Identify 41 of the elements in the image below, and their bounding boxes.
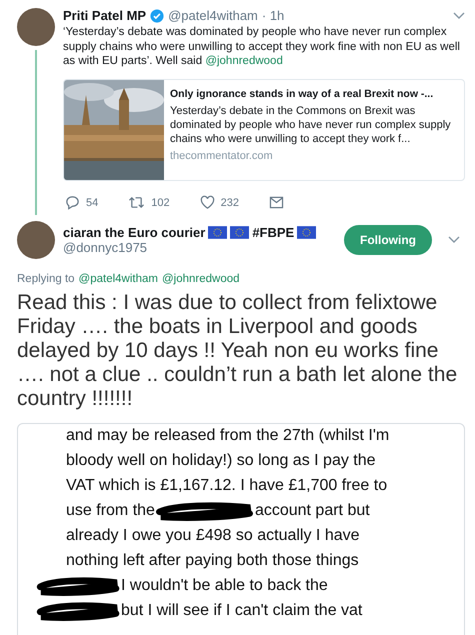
tweet-time[interactable]: · 1h — [262, 8, 284, 23]
avatar[interactable] — [17, 8, 55, 46]
envelope-icon[interactable] — [268, 196, 284, 209]
action-count: 54 — [86, 196, 98, 208]
following-button[interactable]: Following — [344, 224, 432, 254]
attached-screenshot[interactable] — [17, 422, 465, 635]
user-handle[interactable]: @donnyc1975 — [63, 240, 336, 254]
user-name[interactable]: Priti Patel MP — [63, 8, 146, 23]
flag-icon — [297, 226, 316, 238]
card-description: Yesterday’s debate in the Commons on Brexit was dominated by people who have never run complex supply chains who were unwilling to accept they work f... — [170, 104, 452, 146]
tweet-text: ‘Yesterday’s debate was dominated by people who have never run complex supply chains who were unwilling to accept they work fine with non EU as well as with EU parts’. Well said @johnredwood — [63, 25, 461, 68]
image-text: but I will see if I can't claim the vat — [121, 602, 362, 620]
image-text: and may be released from the 27th (whilst I'm — [66, 427, 390, 445]
image-text: I wouldn't be able to back the — [121, 577, 328, 595]
chevron-icon[interactable] — [448, 236, 460, 244]
link-card[interactable] — [63, 78, 465, 180]
reply-icon[interactable] — [65, 195, 80, 210]
chevron-icon[interactable] — [453, 12, 465, 20]
card-domain: thecommentator.com — [170, 148, 274, 162]
tweet-text: Read this : I was due to collect from felixtowe Friday …. the boats in Liverpool and goods delayed by 10 days !! Yeah non eu works fine …. not a clue .. couldn’t run a bath let alone the country !!!!!!! — [17, 290, 458, 410]
image-text: use from the — [66, 502, 155, 520]
avatar[interactable] — [17, 220, 55, 258]
image-text: bloody well on holiday!) so long as I pay the — [66, 452, 376, 470]
mention-link[interactable]: @johnredwood — [205, 55, 283, 67]
mention-link[interactable]: @johnredwood — [162, 272, 240, 284]
hashtag[interactable]: #FBPE — [252, 224, 294, 240]
user-name[interactable]: ciaran the Euro courier — [63, 224, 206, 240]
image-text: VAT which is £1,167.12. I have £1,700 free to — [66, 477, 388, 495]
retweet-icon[interactable] — [128, 195, 146, 210]
card-title[interactable]: Only ignorance stands in way of a real Brexit now -... — [170, 86, 458, 100]
heart-icon[interactable] — [200, 195, 215, 210]
action-count: 102 — [151, 196, 170, 208]
flag-icon — [208, 226, 228, 238]
image-text: nothing left after paying both those things — [66, 552, 359, 570]
mention-link[interactable]: @patel4witham — [78, 272, 158, 284]
image-text: already I owe you £498 so actually I have — [66, 527, 360, 545]
action-count: 232 — [220, 196, 239, 208]
user-handle[interactable]: @patel4witham — [168, 8, 258, 23]
replying-label: Replying to — [17, 272, 75, 284]
image-text: account part but — [254, 502, 370, 520]
flag-icon — [230, 226, 250, 238]
